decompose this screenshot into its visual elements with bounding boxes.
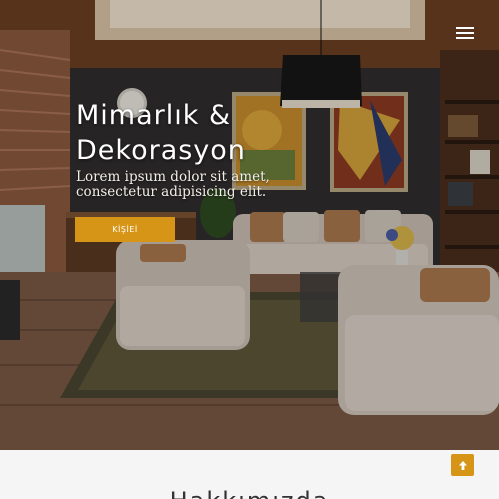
section-heading: Hakkımızda: [0, 486, 499, 499]
contact-button[interactable]: KİŞİEİ: [75, 217, 175, 242]
page: Mimarlık & Dekorasyon Lorem ipsum dolor …: [0, 0, 499, 499]
hero-subtitle: Lorem ipsum dolor sit amet, consectetur …: [76, 169, 270, 200]
hero-title-line2: Dekorasyon: [76, 135, 246, 166]
menu-button[interactable]: [456, 27, 474, 41]
hero-section: Mimarlık & Dekorasyon Lorem ipsum dolor …: [0, 0, 499, 450]
hero-title-line1: Mimarlık &: [76, 100, 232, 131]
hero-title: Mimarlık & Dekorasyon: [76, 98, 326, 168]
hamburger-icon: [456, 27, 474, 39]
scroll-to-top-button[interactable]: [451, 454, 474, 476]
arrow-up-icon: [458, 460, 467, 470]
